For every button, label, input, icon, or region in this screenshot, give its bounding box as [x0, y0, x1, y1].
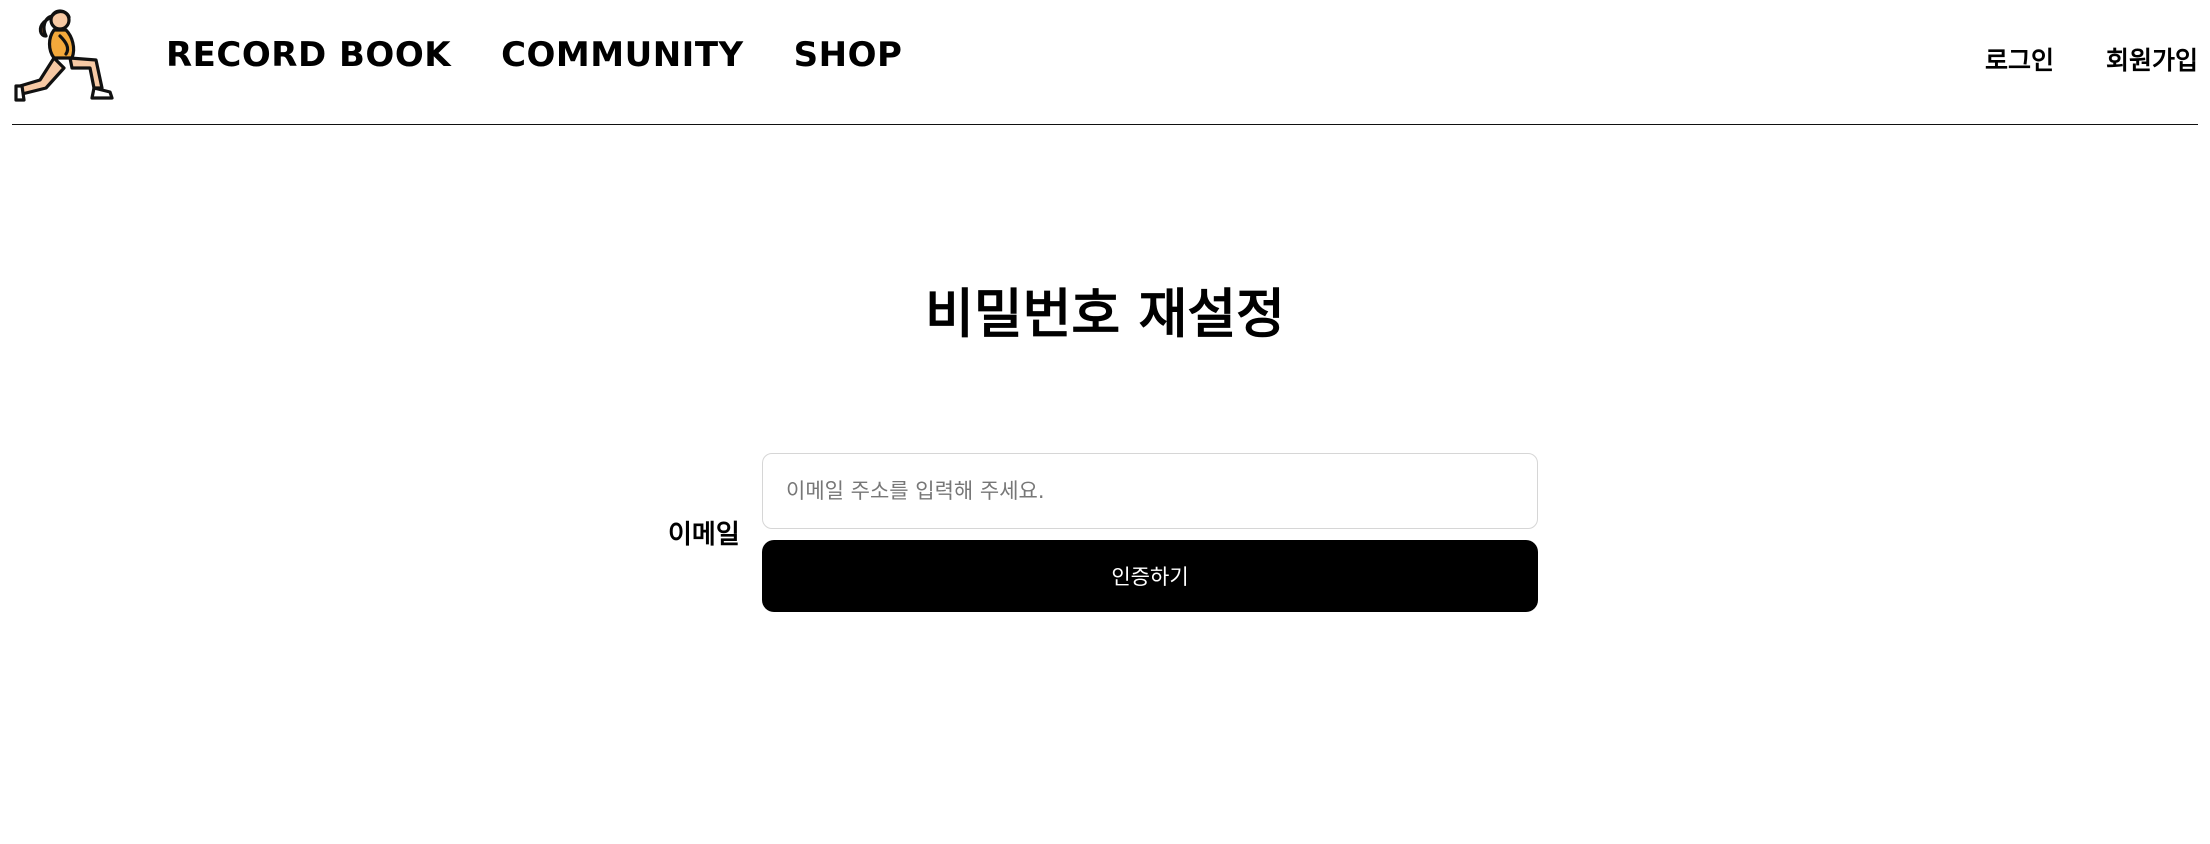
lunge-exercise-person-icon — [14, 9, 114, 102]
nav-shop[interactable]: SHOP — [794, 34, 903, 76]
email-input[interactable] — [762, 453, 1538, 529]
main-nav: RECORD BOOK COMMUNITY SHOP — [166, 34, 902, 76]
auth-links: 로그인 회원가입 — [1985, 44, 2198, 78]
page-title: 비밀번호 재설정 — [925, 284, 1285, 345]
email-label: 이메일 — [668, 520, 740, 550]
signup-link[interactable]: 회원가입 — [2106, 44, 2198, 78]
verify-button[interactable]: 인증하기 — [762, 540, 1538, 612]
nav-record-book[interactable]: RECORD BOOK — [166, 34, 451, 76]
site-header: RECORD BOOK COMMUNITY SHOP 로그인 회원가입 — [12, 0, 2198, 125]
nav-community[interactable]: COMMUNITY — [501, 34, 744, 76]
logo[interactable] — [14, 6, 118, 102]
login-link[interactable]: 로그인 — [1985, 44, 2054, 78]
